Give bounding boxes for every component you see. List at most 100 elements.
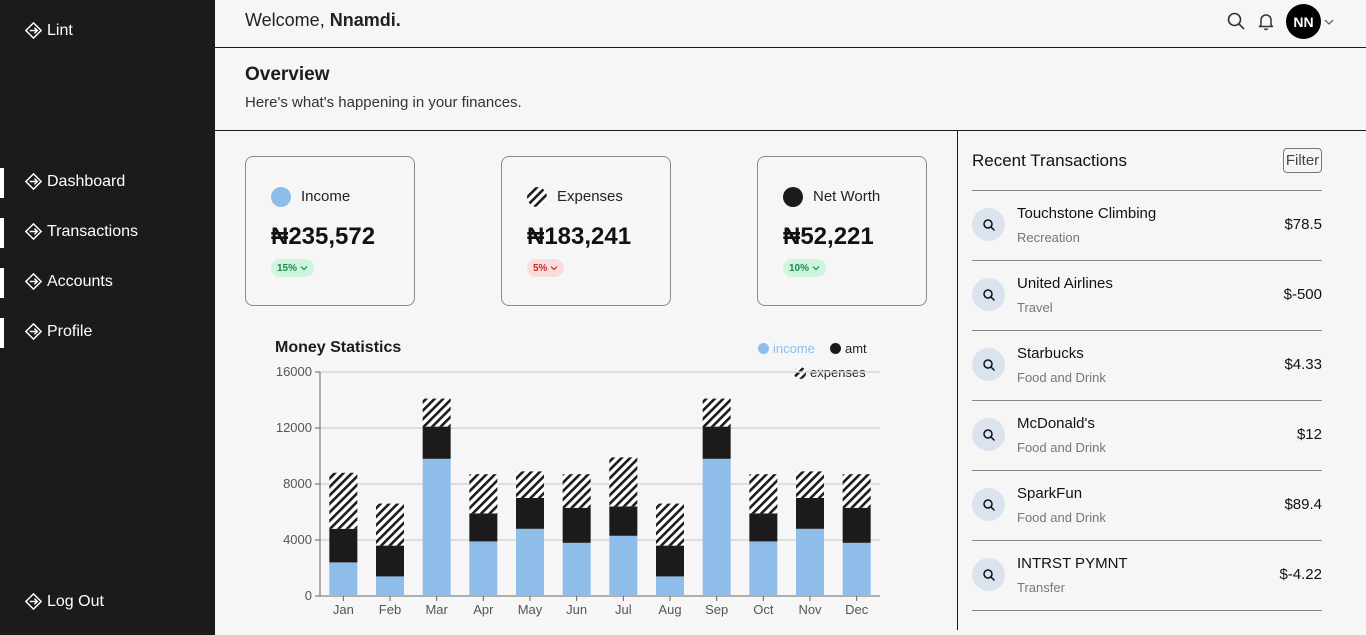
bar-amt bbox=[749, 513, 778, 542]
y-tick-label: 4000 bbox=[283, 532, 312, 547]
welcome-text: Welcome, bbox=[245, 10, 325, 30]
legend-swatch bbox=[758, 343, 769, 354]
card-label: Expenses bbox=[557, 188, 623, 205]
search-icon bbox=[972, 418, 1005, 451]
search-icon bbox=[972, 488, 1005, 521]
transaction-category: Recreation bbox=[1017, 230, 1080, 245]
x-tick-label: Oct bbox=[753, 602, 774, 617]
change-value: 10% bbox=[789, 262, 810, 274]
transaction-amount: $78.5 bbox=[1284, 216, 1322, 233]
transaction-row[interactable]: United Airlines Travel $-500 bbox=[972, 261, 1322, 331]
y-tick-label: 12000 bbox=[276, 420, 312, 435]
bar-income bbox=[376, 576, 404, 596]
transaction-name: McDonald's bbox=[1017, 415, 1095, 432]
avatar[interactable]: NN bbox=[1286, 4, 1321, 39]
search-icon[interactable] bbox=[1226, 11, 1246, 31]
bar-amt bbox=[656, 545, 684, 577]
transaction-row[interactable]: SparkFun Food and Drink $89.4 bbox=[972, 471, 1322, 541]
bar-expenses bbox=[842, 474, 871, 508]
page-title: Overview bbox=[245, 64, 330, 85]
transaction-category: Travel bbox=[1017, 300, 1053, 315]
bar-expenses bbox=[656, 503, 684, 546]
bar-income bbox=[749, 541, 778, 596]
transaction-amount: $89.4 bbox=[1284, 496, 1322, 513]
x-tick-label: Mar bbox=[425, 602, 448, 617]
bar-amt bbox=[469, 513, 498, 542]
transaction-category: Food and Drink bbox=[1017, 370, 1106, 385]
nav-indicator bbox=[0, 268, 4, 298]
search-icon bbox=[972, 278, 1005, 311]
transaction-category: Food and Drink bbox=[1017, 440, 1106, 455]
bar-amt bbox=[609, 506, 638, 536]
transaction-amount: $4.33 bbox=[1284, 356, 1322, 373]
income-card: Income ₦235,572 15% bbox=[245, 156, 415, 306]
welcome-message: Welcome, Nnamdi. bbox=[245, 10, 401, 31]
bar-income bbox=[842, 542, 871, 596]
chevron-down-icon[interactable] bbox=[1323, 16, 1335, 28]
section-divider bbox=[215, 130, 1366, 131]
transaction-category: Transfer bbox=[1017, 580, 1065, 595]
legend-amt: amt bbox=[830, 341, 867, 356]
transaction-amount: $-500 bbox=[1283, 286, 1322, 303]
hatch-dot-icon bbox=[527, 187, 547, 207]
logout-button[interactable]: Log Out bbox=[24, 592, 104, 611]
x-tick-label: Dec bbox=[845, 602, 869, 617]
x-tick-label: Jul bbox=[615, 602, 632, 617]
x-tick-label: Jan bbox=[333, 602, 354, 617]
bar-expenses bbox=[469, 474, 498, 514]
bell-icon[interactable] bbox=[1256, 11, 1276, 31]
bar-amt bbox=[562, 507, 591, 543]
transaction-row[interactable]: Starbucks Food and Drink $4.33 bbox=[972, 331, 1322, 401]
change-badge: 15% bbox=[271, 259, 315, 277]
bar-income bbox=[796, 528, 824, 596]
change-value: 15% bbox=[277, 262, 298, 274]
brand-name: Lint bbox=[47, 21, 73, 39]
transaction-name: Touchstone Climbing bbox=[1017, 205, 1157, 222]
legend-income: income bbox=[758, 341, 815, 356]
bar-expenses bbox=[422, 398, 451, 427]
bar-expenses bbox=[562, 474, 591, 508]
sidebar-item-label: Transactions bbox=[47, 222, 138, 240]
bar-amt bbox=[796, 498, 824, 529]
card-amount: ₦183,241 bbox=[527, 223, 632, 250]
x-tick-label: Aug bbox=[658, 602, 681, 617]
top-header: Welcome, Nnamdi. NN bbox=[215, 0, 1366, 48]
sidebar-item-label: Dashboard bbox=[47, 172, 126, 190]
bar-expenses bbox=[516, 471, 544, 498]
column-divider bbox=[957, 130, 958, 630]
sidebar-item-profile[interactable]: Profile bbox=[24, 322, 92, 341]
bar-income bbox=[656, 576, 684, 596]
x-tick-label: Jun bbox=[566, 602, 587, 617]
filter-button[interactable]: Filter bbox=[1283, 148, 1322, 173]
legend-label: income bbox=[773, 341, 815, 356]
transaction-row[interactable]: McDonald's Food and Drink $12 bbox=[972, 401, 1322, 471]
search-icon bbox=[972, 348, 1005, 381]
legend-label: amt bbox=[845, 341, 867, 356]
bar-expenses bbox=[749, 474, 778, 514]
bar-expenses bbox=[702, 398, 731, 427]
card-label: Income bbox=[301, 188, 351, 205]
transaction-name: SparkFun bbox=[1017, 485, 1083, 502]
card-amount: ₦235,572 bbox=[271, 223, 376, 250]
bar-expenses bbox=[376, 503, 404, 546]
bar-amt bbox=[842, 507, 871, 543]
sidebar-item-accounts[interactable]: Accounts bbox=[24, 272, 113, 291]
y-tick-label: 8000 bbox=[283, 476, 312, 491]
sidebar-item-transactions[interactable]: Transactions bbox=[24, 222, 138, 241]
transaction-category: Food and Drink bbox=[1017, 510, 1106, 525]
bar-amt bbox=[516, 498, 544, 529]
income-dot-icon bbox=[271, 187, 291, 207]
sidebar-item-dashboard[interactable]: Dashboard bbox=[24, 172, 125, 191]
money-statistics-chart: 0 4000 8000 12000 16000 Jan Feb Mar Apr May Jun Jul… bbox=[276, 364, 880, 617]
change-badge: 5% bbox=[527, 259, 565, 277]
logout-label: Log Out bbox=[47, 592, 104, 610]
x-tick-label: Feb bbox=[379, 602, 401, 617]
diamond-arrow-icon bbox=[24, 172, 43, 191]
brand-logo[interactable]: Lint bbox=[24, 21, 73, 40]
bar-income bbox=[469, 541, 498, 596]
x-tick-label: Apr bbox=[473, 602, 494, 617]
transaction-amount: $-4.22 bbox=[1279, 566, 1322, 583]
bar-income bbox=[609, 535, 638, 596]
transaction-row[interactable]: INTRST PYMNT Transfer $-4.22 bbox=[972, 541, 1322, 611]
transaction-row[interactable]: Touchstone Climbing Recreation $78.5 bbox=[972, 191, 1322, 261]
